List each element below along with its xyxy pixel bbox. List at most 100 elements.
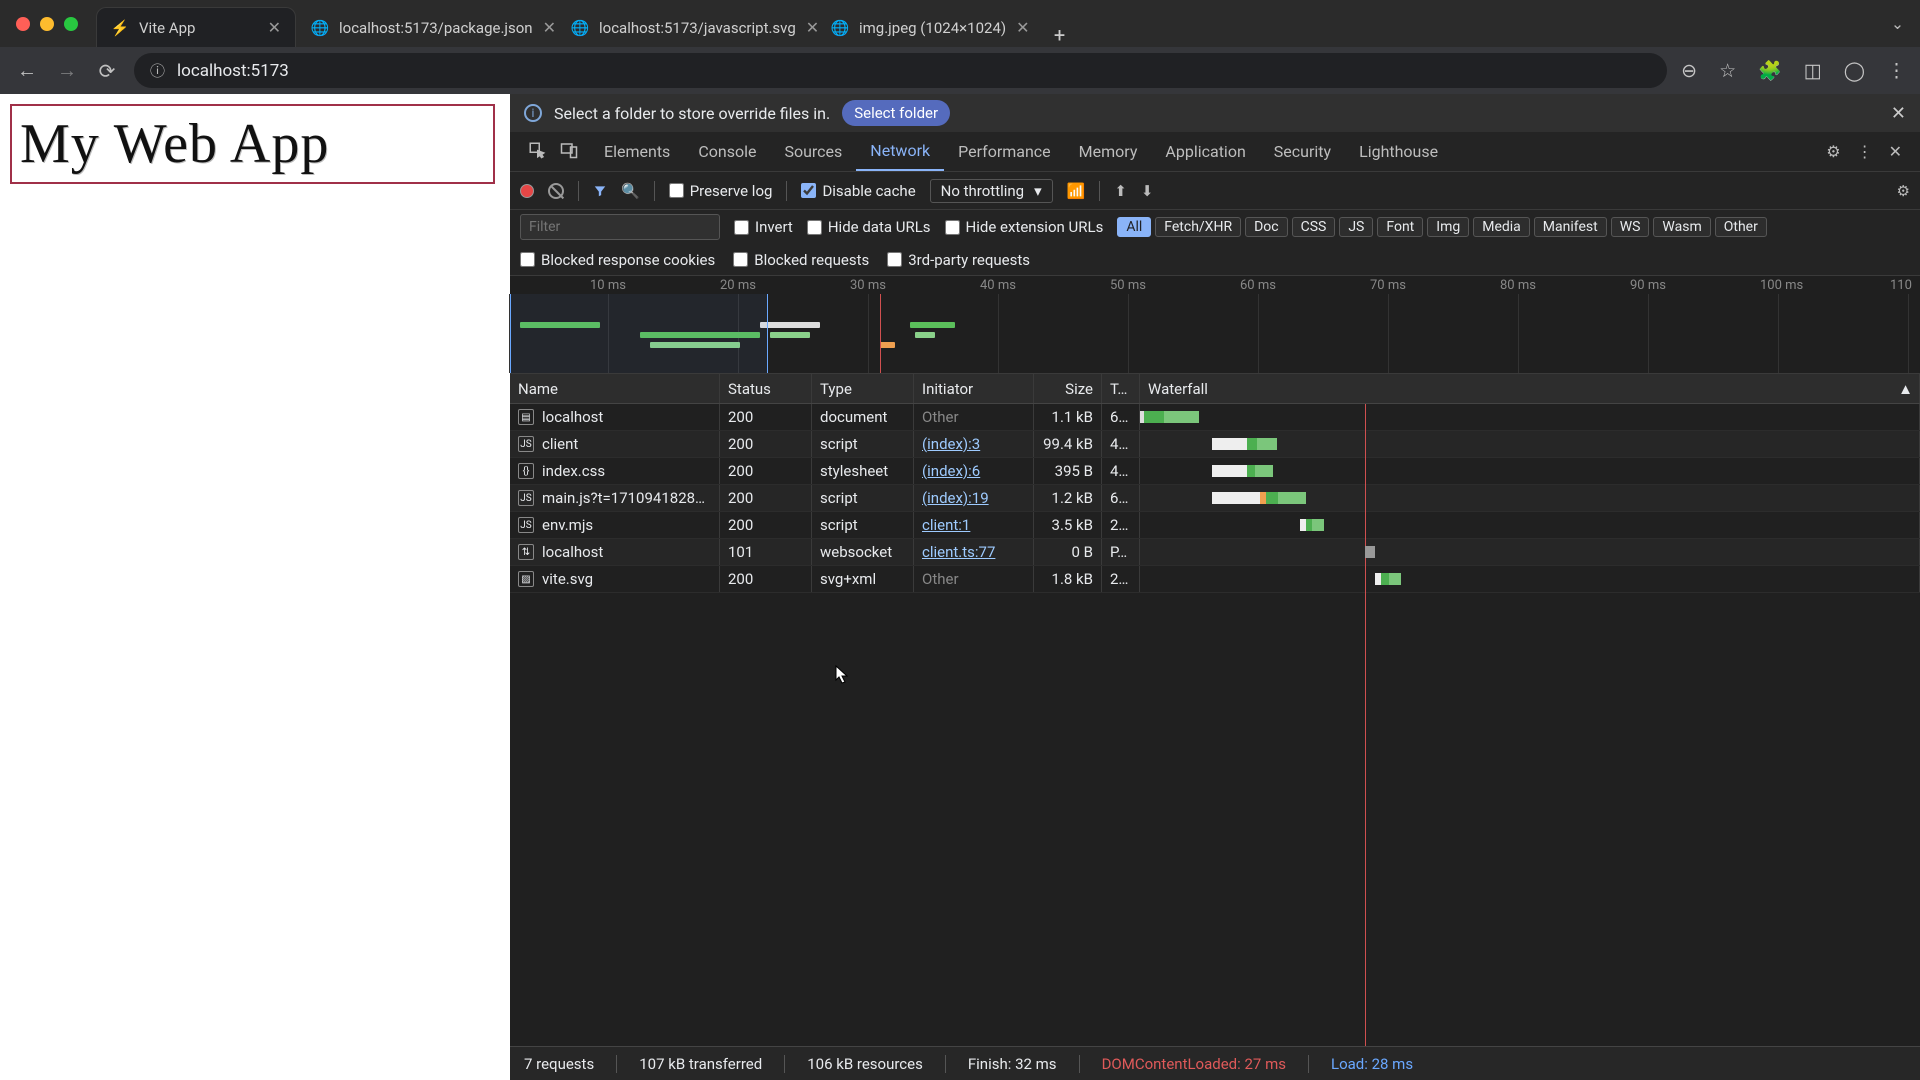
type-pill-media[interactable]: Media bbox=[1473, 217, 1530, 237]
table-header[interactable]: Name Status Type Initiator Size T… Water… bbox=[510, 374, 1920, 404]
type-pill-img[interactable]: Img bbox=[1427, 217, 1469, 237]
select-folder-button[interactable]: Select folder bbox=[842, 100, 950, 126]
request-initiator[interactable]: client.ts:77 bbox=[922, 543, 995, 561]
third-party-checkbox[interactable]: 3rd-party requests bbox=[887, 251, 1030, 269]
infobar-close-icon[interactable]: ✕ bbox=[1891, 103, 1906, 124]
request-initiator[interactable]: (index):3 bbox=[922, 435, 980, 453]
network-conditions-icon[interactable]: 📶 bbox=[1067, 182, 1086, 200]
request-row[interactable]: ▤localhost200documentOther1.1 kB6… bbox=[510, 404, 1920, 431]
reload-button[interactable]: ⟳ bbox=[94, 59, 120, 83]
browser-tab[interactable]: 🌐localhost:5173/package.json✕ bbox=[296, 7, 556, 47]
request-row[interactable]: ▨vite.svg200svg+xmlOther1.8 kB2… bbox=[510, 566, 1920, 593]
throttling-select[interactable]: No throttling▾ bbox=[930, 179, 1053, 203]
tab-close-icon[interactable]: ✕ bbox=[1016, 18, 1029, 37]
timeline-selection[interactable] bbox=[510, 294, 768, 373]
request-initiator[interactable]: (index):6 bbox=[922, 462, 980, 480]
request-row[interactable]: {}index.css200stylesheet(index):6395 B4… bbox=[510, 458, 1920, 485]
devtools-menu-icon[interactable]: ⋮ bbox=[1857, 142, 1873, 161]
type-pill-all[interactable]: All bbox=[1117, 217, 1151, 237]
filter-input[interactable] bbox=[520, 214, 720, 240]
devtools-tab-sources[interactable]: Sources bbox=[770, 132, 856, 171]
devtools-tab-lighthouse[interactable]: Lighthouse bbox=[1345, 132, 1452, 171]
col-waterfall[interactable]: Waterfall▲ bbox=[1140, 374, 1920, 403]
profile-icon[interactable]: ◯ bbox=[1844, 59, 1865, 82]
browser-tab[interactable]: ⚡Vite App✕ bbox=[96, 7, 296, 47]
devtools-tab-security[interactable]: Security bbox=[1260, 132, 1345, 171]
filter-toggle-icon[interactable] bbox=[593, 184, 607, 198]
maximize-window-button[interactable] bbox=[64, 17, 78, 31]
hide-extension-urls-checkbox[interactable]: Hide extension URLs bbox=[945, 218, 1104, 236]
bookmark-icon[interactable]: ☆ bbox=[1719, 59, 1736, 82]
tab-close-icon[interactable]: ✕ bbox=[543, 18, 556, 37]
network-settings-icon[interactable]: ⚙ bbox=[1897, 182, 1910, 200]
page-heading: My Web App bbox=[20, 112, 485, 176]
site-info-icon[interactable]: ⓘ bbox=[150, 60, 165, 81]
import-har-icon[interactable]: ⬆ bbox=[1114, 182, 1127, 200]
browser-tab[interactable]: 🌐localhost:5173/javascript.svg✕ bbox=[556, 7, 816, 47]
devtools-tab-memory[interactable]: Memory bbox=[1065, 132, 1152, 171]
side-panel-icon[interactable]: ◫ bbox=[1804, 59, 1822, 82]
devtools-tab-performance[interactable]: Performance bbox=[944, 132, 1065, 171]
type-pill-wasm[interactable]: Wasm bbox=[1653, 217, 1710, 237]
preserve-log-checkbox[interactable]: Preserve log bbox=[669, 182, 773, 200]
col-name[interactable]: Name bbox=[510, 374, 720, 403]
request-type: script bbox=[812, 485, 914, 511]
devtools-tab-elements[interactable]: Elements bbox=[590, 132, 684, 171]
col-type[interactable]: Type bbox=[812, 374, 914, 403]
request-row[interactable]: JSclient200script(index):399.4 kB4… bbox=[510, 431, 1920, 458]
hide-data-urls-checkbox[interactable]: Hide data URLs bbox=[807, 218, 931, 236]
request-time: 2… bbox=[1102, 512, 1140, 538]
request-type: script bbox=[812, 512, 914, 538]
request-initiator[interactable]: client:1 bbox=[922, 516, 970, 534]
col-initiator[interactable]: Initiator bbox=[914, 374, 1034, 403]
type-pill-css[interactable]: CSS bbox=[1292, 217, 1336, 237]
page-heading-box: My Web App bbox=[10, 104, 495, 184]
browser-tab[interactable]: 🌐img.jpeg (1024×1024)✕ bbox=[816, 7, 1045, 47]
devtools-tab-console[interactable]: Console bbox=[684, 132, 770, 171]
type-pill-font[interactable]: Font bbox=[1377, 217, 1423, 237]
col-status[interactable]: Status bbox=[720, 374, 812, 403]
blocked-cookies-checkbox[interactable]: Blocked response cookies bbox=[520, 251, 715, 269]
request-initiator[interactable]: (index):19 bbox=[922, 489, 989, 507]
type-pill-other[interactable]: Other bbox=[1715, 217, 1767, 237]
status-dcl: DOMContentLoaded: 27 ms bbox=[1102, 1055, 1286, 1073]
browser-menu-icon[interactable]: ⋮ bbox=[1887, 59, 1906, 82]
minimize-window-button[interactable] bbox=[40, 17, 54, 31]
type-pill-manifest[interactable]: Manifest bbox=[1534, 217, 1607, 237]
request-row[interactable]: JSenv.mjs200scriptclient:13.5 kB2… bbox=[510, 512, 1920, 539]
file-type-icon: JS bbox=[518, 490, 534, 506]
forward-button[interactable]: → bbox=[54, 58, 80, 83]
blocked-requests-checkbox[interactable]: Blocked requests bbox=[733, 251, 869, 269]
extensions-icon[interactable]: 🧩 bbox=[1758, 59, 1782, 82]
col-time[interactable]: T… bbox=[1102, 374, 1140, 403]
search-icon[interactable]: 🔍 bbox=[621, 182, 640, 200]
col-size[interactable]: Size bbox=[1034, 374, 1102, 403]
record-button[interactable] bbox=[520, 184, 534, 198]
inspect-element-icon[interactable] bbox=[528, 141, 546, 163]
devtools-tab-network[interactable]: Network bbox=[856, 132, 944, 171]
network-timeline[interactable]: 10 ms20 ms30 ms40 ms50 ms60 ms70 ms80 ms… bbox=[510, 276, 1920, 374]
device-toolbar-icon[interactable] bbox=[560, 141, 578, 163]
tabstrip-overflow-icon[interactable]: ⌄ bbox=[1891, 15, 1904, 33]
request-row[interactable]: ⇅localhost101websocketclient.ts:770 BP… bbox=[510, 539, 1920, 566]
tab-close-icon[interactable]: ✕ bbox=[268, 18, 281, 37]
type-pill-doc[interactable]: Doc bbox=[1245, 217, 1288, 237]
devtools-close-icon[interactable]: ✕ bbox=[1889, 142, 1902, 161]
devtools-tab-application[interactable]: Application bbox=[1151, 132, 1259, 171]
disable-cache-checkbox[interactable]: Disable cache bbox=[801, 182, 915, 200]
overview-bar bbox=[915, 332, 935, 338]
type-pill-js[interactable]: JS bbox=[1339, 217, 1373, 237]
zoom-icon[interactable]: ⊖ bbox=[1681, 59, 1697, 82]
type-pill-ws[interactable]: WS bbox=[1611, 217, 1650, 237]
new-tab-button[interactable]: + bbox=[1045, 23, 1075, 47]
clear-button[interactable] bbox=[548, 183, 564, 199]
type-pill-fetchxhr[interactable]: Fetch/XHR bbox=[1155, 217, 1241, 237]
export-har-icon[interactable]: ⬇ bbox=[1141, 182, 1154, 200]
back-button[interactable]: ← bbox=[14, 58, 40, 83]
timeline-tick: 40 ms bbox=[980, 278, 1016, 293]
devtools-settings-icon[interactable]: ⚙ bbox=[1826, 142, 1840, 161]
close-window-button[interactable] bbox=[16, 17, 30, 31]
request-row[interactable]: JSmain.js?t=1710941828…200script(index):… bbox=[510, 485, 1920, 512]
invert-checkbox[interactable]: Invert bbox=[734, 218, 793, 236]
omnibox[interactable]: ⓘ localhost:5173 bbox=[134, 53, 1667, 88]
